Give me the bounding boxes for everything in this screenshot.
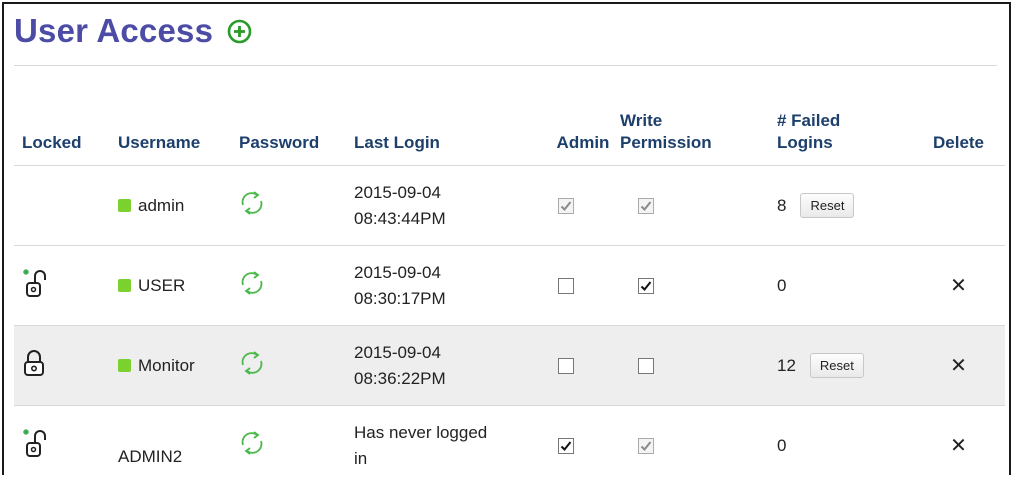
table-row: admin 2015-09-04 08:43:44PM 8 Reset [14,165,1005,246]
write-permission-checkbox[interactable] [638,358,654,375]
active-status-icon [118,279,131,292]
user-table: Locked Username Password Last Login Admi… [14,96,1005,475]
last-login-line2: 08:43:44PM [354,208,446,228]
failed-logins-count: 8 [777,195,787,215]
username-cell: ADMIN2 [118,405,239,475]
failed-logins-count: 0 [777,275,787,295]
write-permission-cell [620,245,777,326]
write-permission-cell [620,405,777,475]
delete-x-icon[interactable]: ✕ [950,355,967,377]
write-permission-cell [620,325,777,406]
write-permission-checkbox[interactable] [638,278,654,295]
write-permission-cell [620,165,777,246]
failed-logins-cell: 0 [777,405,912,475]
user-access-panel: User Access Locked Username Password Las… [2,2,1011,475]
failed-logins-cell: 8 Reset [777,165,912,246]
password-cell [239,245,354,326]
admin-cell [546,405,620,475]
user-rows: admin 2015-09-04 08:43:44PM 8 Reset USER 2015-… [14,165,1005,475]
last-login-line1: 2015-09-04 [354,182,441,202]
delete-cell: ✕ [912,405,1005,475]
table-row: ADMIN2 Has never logged in 0 ✕ [14,405,1005,475]
admin-cell [546,165,620,246]
delete-x-icon[interactable]: ✕ [950,435,967,457]
admin-cell [546,325,620,406]
last-login-line1: 2015-09-04 [354,342,441,362]
column-header-password: Password [239,96,354,166]
last-login-line2: 08:36:22PM [354,368,446,388]
password-cell [239,325,354,406]
table-row: Monitor 2015-09-04 08:36:22PM 12 Reset ✕ [14,325,1005,406]
locked-cell [14,405,118,475]
delete-cell: ✕ [912,245,1005,326]
column-header-admin: Admin [546,96,620,166]
column-header-locked: Locked [14,96,118,166]
locked-cell [14,325,118,406]
delete-cell [912,165,1005,246]
username-text: ADMIN2 [118,446,183,466]
write-permission-checkbox [638,198,654,215]
refresh-password-icon[interactable] [239,430,265,461]
failed-logins-count: 0 [777,435,787,455]
password-cell [239,165,354,246]
last-login-line1: 2015-09-04 [354,262,441,282]
failed-header-line1: # Failed [777,111,841,130]
column-header-last-login: Last Login [354,96,546,166]
failed-header-line2: Logins [777,133,833,152]
last-login-cell: 2015-09-04 08:43:44PM [354,165,546,246]
admin-checkbox [558,198,574,215]
write-header-line2: Permission [620,133,712,152]
table-row: USER 2015-09-04 08:30:17PM 0 ✕ [14,245,1005,326]
admin-checkbox[interactable] [558,278,574,295]
delete-cell: ✕ [912,325,1005,406]
refresh-password-icon[interactable] [239,190,265,221]
table-header-row: Locked Username Password Last Login Admi… [14,96,1005,166]
column-header-delete: Delete [912,96,1005,166]
failed-logins-count: 12 [777,355,796,375]
locked-cell [14,245,118,326]
unlocked-padlock-icon[interactable] [22,429,50,463]
refresh-password-icon[interactable] [239,270,265,301]
page-title: User Access [14,11,214,49]
locked-padlock-icon[interactable] [22,350,46,382]
unlocked-padlock-icon[interactable] [22,269,50,303]
write-header-line1: Write [620,111,663,130]
column-header-username: Username [118,96,239,166]
reset-button[interactable]: Reset [800,193,855,218]
column-header-failed-logins: # Failed Logins [777,96,912,166]
admin-checkbox[interactable] [558,438,574,455]
last-login-cell: 2015-09-04 08:36:22PM [354,325,546,406]
active-status-icon [118,359,131,372]
refresh-password-icon[interactable] [239,350,265,381]
last-login-line1: Has never logged [354,422,488,442]
column-header-write-permission: Write Permission [620,96,777,166]
failed-logins-cell: 0 [777,245,912,326]
failed-logins-cell: 12 Reset [777,325,912,406]
admin-checkbox[interactable] [558,358,574,375]
last-login-cell: 2015-09-04 08:30:17PM [354,245,546,326]
add-user-icon[interactable] [227,19,252,44]
delete-x-icon[interactable]: ✕ [950,275,967,297]
username-cell: Monitor [118,325,239,406]
username-text: USER [138,275,186,295]
active-status-icon [118,199,131,212]
username-text: Monitor [138,355,195,375]
last-login-line2: in [354,448,368,468]
username-text: admin [138,195,185,215]
password-cell [239,405,354,475]
reset-button[interactable]: Reset [809,353,864,378]
username-cell: USER [118,245,239,326]
write-permission-checkbox [638,438,654,455]
locked-cell [14,165,118,246]
username-cell: admin [118,165,239,246]
admin-cell [546,245,620,326]
page-header: User Access [14,4,997,66]
last-login-cell: Has never logged in [354,405,546,475]
last-login-line2: 08:30:17PM [354,288,446,308]
